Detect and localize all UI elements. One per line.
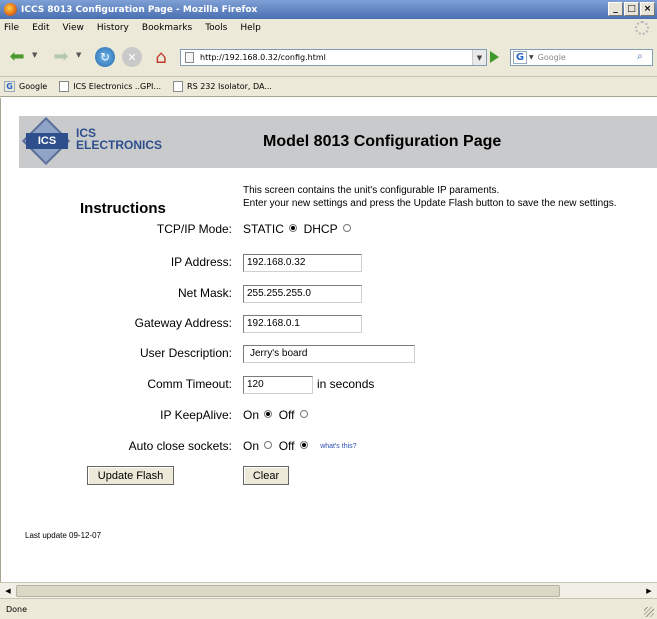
- search-icon[interactable]: ⌕: [637, 51, 650, 64]
- address-url[interactable]: http://192.168.0.32/config.html: [200, 53, 326, 62]
- menu-edit[interactable]: Edit: [32, 23, 49, 33]
- bookmark-label: ICS Electronics ..GPI...: [73, 82, 162, 91]
- menu-file[interactable]: File: [4, 23, 19, 33]
- ip-keepalive-label: IP KeepAlive:: [160, 408, 232, 422]
- gateway-address-label: Gateway Address:: [134, 316, 232, 330]
- ip-keepalive-options: On Off: [243, 408, 311, 422]
- stop-icon[interactable]: ✕: [122, 47, 142, 67]
- dhcp-option-label: DHCP: [303, 222, 338, 236]
- auto-close-sockets-label: Auto close sockets:: [128, 439, 232, 453]
- ip-address-label: IP Address:: [170, 255, 232, 269]
- instructions-heading: Instructions: [80, 200, 166, 217]
- autoclose-off-radio[interactable]: [299, 441, 308, 449]
- autoclose-on-radio[interactable]: [264, 441, 273, 449]
- search-engine-dropdown-icon[interactable]: ▼: [529, 54, 534, 61]
- back-history-dropdown-icon[interactable]: ▼: [32, 51, 37, 59]
- reload-icon[interactable]: ↻: [95, 47, 115, 67]
- comm-timeout-label: Comm Timeout:: [147, 377, 232, 391]
- keepalive-off-label: Off: [278, 408, 295, 422]
- back-arrow-icon[interactable]: ⬅: [8, 48, 26, 66]
- user-description-field[interactable]: Jerry's board: [243, 345, 415, 363]
- maximize-button[interactable]: □: [624, 2, 639, 16]
- scroll-left-icon[interactable]: ◀: [2, 585, 14, 597]
- menu-history[interactable]: History: [97, 23, 129, 33]
- autoclose-off-label: Off: [278, 439, 295, 453]
- bookmark-label: Google: [19, 82, 48, 91]
- logo-line-2: ELECTRONICS: [76, 138, 163, 152]
- scrollbar-thumb[interactable]: [16, 585, 560, 597]
- tcpip-mode-options: STATIC DHCP: [243, 222, 354, 236]
- bookmark-rs232-isolator[interactable]: RS 232 Isolator, DA...: [173, 81, 272, 92]
- forward-history-dropdown-icon[interactable]: ▼: [76, 51, 81, 59]
- bookmark-label: RS 232 Isolator, DA...: [187, 82, 272, 91]
- intro-text: This screen contains the unit's configur…: [243, 184, 617, 210]
- net-mask-label: Net Mask:: [177, 286, 232, 300]
- status-bar: Done: [0, 598, 657, 619]
- comm-timeout-unit: in seconds: [317, 377, 375, 391]
- gateway-address-field[interactable]: 192.168.0.1: [243, 315, 362, 333]
- autoclose-on-label: On: [243, 439, 260, 453]
- page-icon: [185, 52, 194, 63]
- update-flash-button[interactable]: Update Flash: [87, 466, 174, 485]
- search-box[interactable]: G ▼ Google ⌕: [510, 49, 653, 66]
- close-button[interactable]: ×: [640, 2, 655, 16]
- firefox-logo-icon: [4, 3, 17, 16]
- url-dropdown-icon[interactable]: ▼: [472, 50, 486, 65]
- horizontal-scrollbar[interactable]: ◀ ▶: [0, 582, 657, 598]
- ics-logo-badge: ICS: [26, 133, 68, 149]
- home-icon[interactable]: ⌂: [151, 47, 171, 68]
- menu-view[interactable]: View: [63, 23, 84, 33]
- window-controls: _ □ ×: [608, 2, 655, 16]
- ip-address-field[interactable]: 192.168.0.32: [243, 254, 362, 272]
- bookmark-ics-electronics[interactable]: ICS Electronics ..GPI...: [59, 81, 161, 92]
- page-viewport: ICS ICS ELECTRONICS Model 8013 Configura…: [0, 98, 657, 582]
- window-title: ICCS 8013 Configuration Page - Mozilla F…: [21, 4, 258, 15]
- page-icon: [59, 81, 70, 92]
- keepalive-on-label: On: [243, 408, 260, 422]
- forward-arrow-icon[interactable]: ➡: [52, 48, 70, 66]
- menu-bar: File Edit View History Bookmarks Tools H…: [0, 19, 657, 37]
- page-header: ICS ICS ELECTRONICS Model 8013 Configura…: [19, 116, 657, 168]
- menu-tools[interactable]: Tools: [205, 23, 227, 33]
- bookmark-google[interactable]: G Google: [4, 81, 47, 92]
- address-bar[interactable]: http://192.168.0.32/config.html ▼: [180, 49, 487, 66]
- menu-help[interactable]: Help: [240, 23, 261, 33]
- menu-bookmarks[interactable]: Bookmarks: [142, 23, 192, 33]
- search-engine-icon[interactable]: G: [513, 51, 527, 64]
- window-titlebar: ICCS 8013 Configuration Page - Mozilla F…: [0, 0, 657, 19]
- google-icon: G: [4, 81, 15, 92]
- status-text: Done: [6, 604, 28, 614]
- comm-timeout-field[interactable]: 120: [243, 376, 313, 394]
- bookmarks-toolbar: G Google ICS Electronics ..GPI... RS 232…: [0, 77, 657, 97]
- net-mask-field[interactable]: 255.255.255.0: [243, 285, 362, 303]
- clear-button[interactable]: Clear: [243, 466, 289, 485]
- static-option-label: STATIC: [243, 222, 284, 236]
- auto-close-sockets-options: On Off what's this?: [243, 439, 357, 453]
- keepalive-off-radio[interactable]: [299, 410, 308, 418]
- page-title: Model 8013 Configuration Page: [263, 133, 502, 150]
- user-description-label: User Description:: [139, 346, 232, 360]
- intro-line-1: This screen contains the unit's configur…: [243, 185, 500, 196]
- ics-logo-text: ICS ELECTRONICS: [76, 127, 162, 151]
- static-radio[interactable]: [289, 224, 298, 232]
- page-icon: [173, 81, 184, 92]
- tcpip-mode-label: TCP/IP Mode:: [156, 222, 232, 236]
- whats-this-link[interactable]: what's this?: [320, 443, 356, 450]
- scroll-right-icon[interactable]: ▶: [643, 585, 655, 597]
- resize-grip-icon[interactable]: [644, 607, 654, 617]
- last-update-text: Last update 09-12-07: [25, 531, 102, 540]
- intro-line-2: Enter your new settings and press the Up…: [243, 198, 617, 209]
- keepalive-on-radio[interactable]: [264, 410, 273, 418]
- search-placeholder[interactable]: Google: [538, 53, 566, 62]
- throbber-icon: [635, 21, 649, 35]
- navigation-toolbar: ⬅ ▼ ➡ ▼ ↻ ✕ ⌂ http://192.168.0.32/config…: [0, 37, 657, 77]
- minimize-button[interactable]: _: [608, 2, 623, 16]
- dhcp-radio[interactable]: [342, 224, 351, 232]
- go-icon[interactable]: [490, 51, 499, 63]
